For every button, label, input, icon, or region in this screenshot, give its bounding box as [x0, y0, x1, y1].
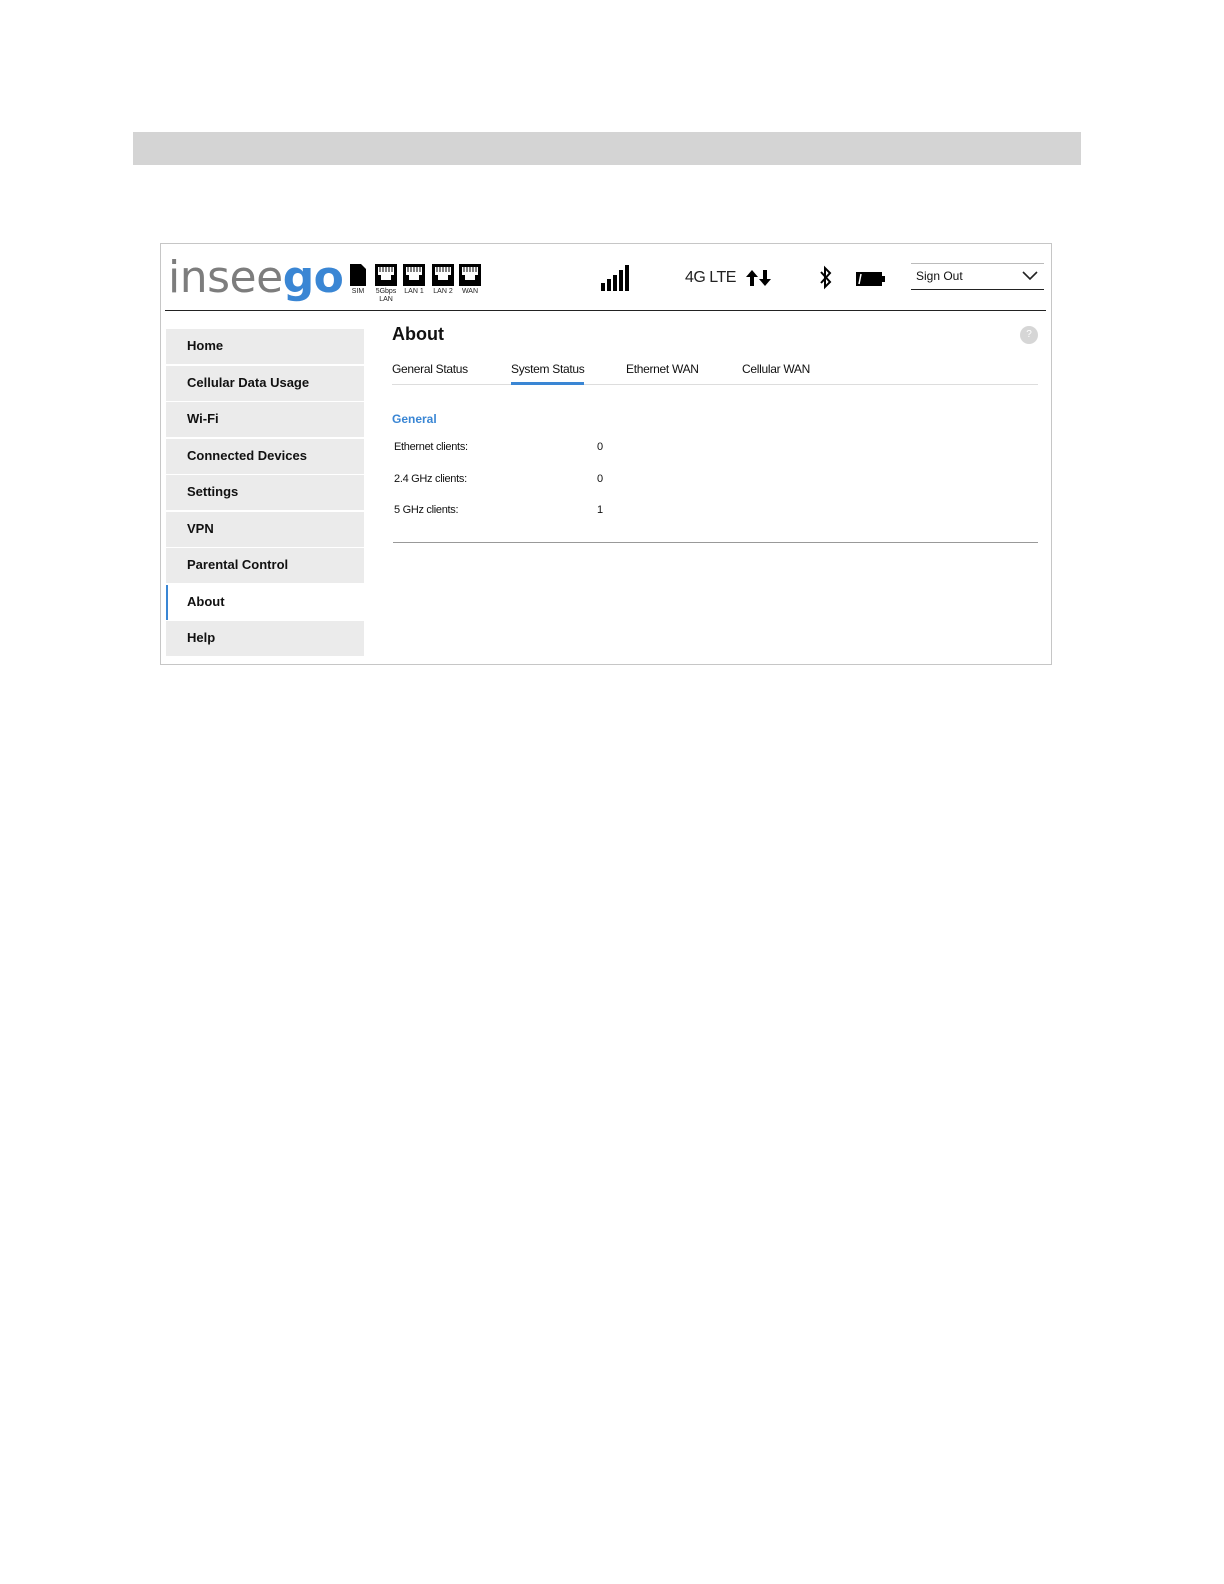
port-5gbps-lan: 5Gbps LAN — [371, 263, 401, 303]
row-value: 1 — [597, 504, 603, 516]
port-label: WAN — [461, 288, 479, 295]
port-label: 5Gbps — [375, 288, 397, 295]
sidebar-item-home[interactable]: Home — [166, 329, 364, 364]
port-label: LAN 1 — [404, 288, 424, 295]
network-type-label: 4G LTE — [685, 269, 736, 286]
bluetooth-icon — [820, 265, 832, 290]
ethernet-port-icon — [375, 264, 397, 286]
sidebar-item-vpn[interactable]: VPN — [166, 511, 364, 547]
sidebar-item-wifi[interactable]: Wi-Fi — [166, 402, 364, 437]
logo-prefix: insee — [168, 252, 283, 303]
help-icon[interactable]: ? — [1020, 326, 1038, 344]
port-wan: WAN — [455, 263, 485, 295]
signal-bars-icon — [601, 265, 629, 291]
tab-general-status[interactable]: General Status — [392, 362, 468, 382]
section-divider — [393, 542, 1038, 543]
sim-card-icon — [350, 264, 366, 286]
ethernet-port-icon — [459, 264, 481, 286]
port-lan1: LAN 1 — [399, 263, 429, 295]
row-value: 0 — [597, 473, 603, 485]
sidebar-item-settings[interactable]: Settings — [166, 475, 364, 510]
sim-status: SIM — [343, 263, 373, 295]
row-value: 0 — [597, 441, 603, 453]
section-title-general: General — [392, 412, 437, 426]
tab-system-status[interactable]: System Status — [511, 362, 585, 385]
port-label: LAN 2 — [433, 288, 453, 295]
tab-cellular-wan[interactable]: Cellular WAN — [742, 362, 810, 382]
tab-bar: General Status System Status Ethernet WA… — [392, 362, 1038, 385]
sidebar-item-help[interactable]: Help — [166, 621, 364, 656]
logo-suffix: go — [282, 252, 344, 303]
sidebar-item-cellular-data-usage[interactable]: Cellular Data Usage — [166, 365, 364, 401]
port-label-2: LAN — [379, 296, 393, 303]
ethernet-port-icon — [403, 264, 425, 286]
inseego-logo: inseego — [168, 252, 344, 304]
sign-out-dropdown[interactable]: Sign Out — [911, 263, 1044, 290]
tab-ethernet-wan[interactable]: Ethernet WAN — [626, 362, 699, 382]
sim-label: SIM — [351, 288, 365, 295]
page-header-band — [133, 132, 1081, 165]
row-label: Ethernet clients: — [394, 441, 468, 453]
router-admin-window: inseego SIM 5Gbps LAN LAN 1 LAN 2 WAN 4G… — [160, 243, 1052, 665]
header-divider — [165, 310, 1046, 311]
row-label: 5 GHz clients: — [394, 504, 459, 516]
battery-icon — [856, 272, 885, 286]
sidebar-item-about[interactable]: About — [166, 584, 364, 620]
page-title: About — [392, 324, 444, 344]
sign-out-label: Sign Out — [916, 269, 963, 283]
sidebar-nav: Home Cellular Data Usage Wi-Fi Connected… — [166, 329, 364, 658]
sidebar-item-connected-devices[interactable]: Connected Devices — [166, 438, 364, 474]
sidebar-item-parental-control[interactable]: Parental Control — [166, 548, 364, 583]
port-lan2: LAN 2 — [428, 263, 458, 295]
ethernet-port-icon — [432, 264, 454, 286]
chevron-down-icon — [1022, 271, 1038, 281]
row-label: 2.4 GHz clients: — [394, 473, 467, 485]
up-down-arrows-icon — [746, 270, 771, 286]
